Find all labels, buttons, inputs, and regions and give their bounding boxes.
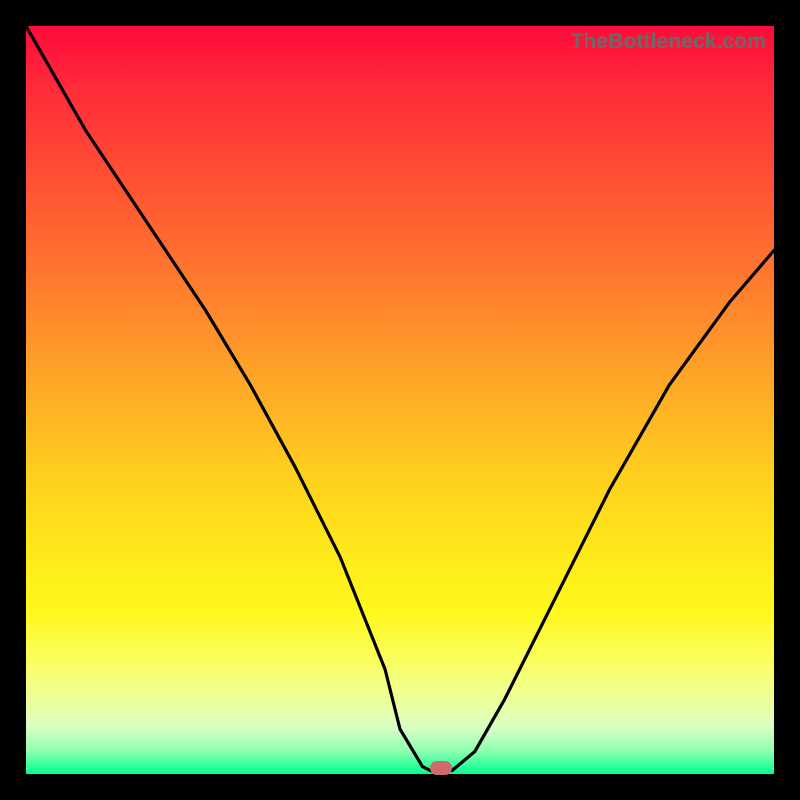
optimal-marker [430,761,452,775]
bottleneck-curve [26,26,774,774]
watermark-text: TheBottleneck.com [571,30,766,54]
curve-path [26,26,774,774]
chart-frame: TheBottleneck.com [0,0,800,800]
chart-plot-area: TheBottleneck.com [26,26,774,774]
